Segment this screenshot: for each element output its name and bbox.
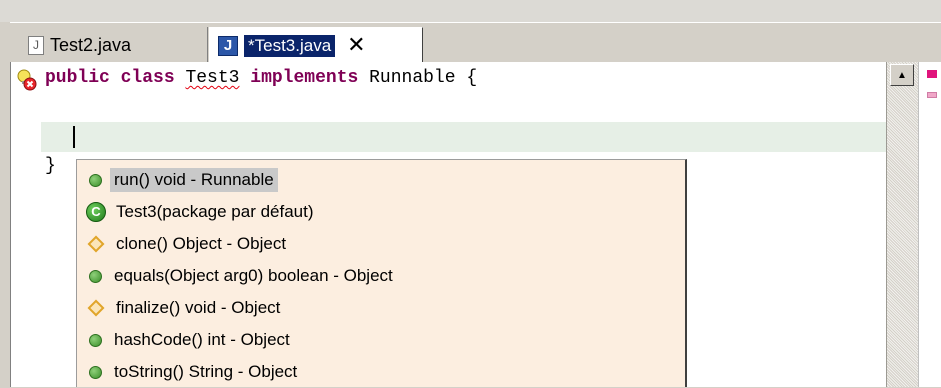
open-brace: { (466, 68, 478, 88)
top-strip (0, 0, 941, 22)
overview-error-marker[interactable] (927, 70, 937, 78)
tab-test2-java[interactable]: J Test2.java (10, 27, 208, 63)
protected-method-icon (87, 235, 105, 253)
tab-label: Test2.java (50, 34, 132, 55)
public-method-icon (89, 269, 102, 283)
overview-ruler[interactable] (918, 62, 941, 387)
editor-tab-bar: J Test2.java J *Test3.java ✕ (10, 22, 941, 63)
tab-test3-java[interactable]: J *Test3.java ✕ (209, 27, 423, 63)
proposal-finalize[interactable]: finalize() void - Object (77, 292, 686, 324)
proposal-tostring[interactable]: toString() String - Object (77, 356, 686, 388)
scroll-up-button[interactable]: ▲ (890, 64, 914, 86)
public-method-icon (89, 333, 102, 347)
proposal-label: equals(Object arg0) boolean - Object (114, 266, 393, 285)
code-line-1: public class Test3 implements Runnable { (45, 68, 477, 88)
public-method-icon (89, 173, 102, 187)
overview-warning-marker[interactable] (927, 92, 937, 98)
proposal-label: Test3(package par défaut) (116, 202, 314, 221)
proposal-hashcode[interactable]: hashCode() int - Object (77, 324, 686, 356)
content-assist-popup[interactable]: run() void - Runnable C Test3(package pa… (76, 159, 687, 387)
keyword-implements: implements (250, 68, 359, 88)
proposal-label: hashCode() int - Object (114, 330, 290, 349)
error-lightbulb-icon[interactable] (15, 68, 39, 92)
text-caret (73, 126, 75, 148)
keyword-class: class (120, 68, 175, 88)
protected-method-icon (87, 299, 105, 317)
tab-label: *Test3.java (244, 34, 336, 57)
proposal-equals[interactable]: equals(Object arg0) boolean - Object (77, 260, 686, 292)
proposal-test3-constructor[interactable]: C Test3(package par défaut) (77, 196, 686, 228)
eclipse-editor-window: J Test2.java J *Test3.java ✕ public clas… (0, 0, 941, 387)
class-name-error: Test3 (185, 68, 240, 88)
proposal-label: run() void - Runnable (110, 168, 278, 192)
proposal-clone[interactable]: clone() Object - Object (77, 228, 686, 260)
proposal-label: clone() Object - Object (116, 234, 287, 253)
java-editor-icon: J (218, 35, 238, 56)
annotation-ruler (11, 62, 41, 387)
code-line-3: } (45, 156, 56, 176)
proposal-run[interactable]: run() void - Runnable (77, 164, 686, 196)
vertical-scrollbar[interactable]: ▲ (886, 62, 918, 387)
proposal-label: finalize() void - Object (116, 298, 281, 317)
java-file-icon: J (28, 35, 44, 55)
interface-name: Runnable (369, 68, 456, 88)
class-icon: C (86, 202, 106, 222)
proposal-label: toString() String - Object (114, 362, 298, 381)
keyword-public: public (45, 68, 110, 88)
close-icon[interactable]: ✕ (347, 34, 365, 57)
public-method-icon (89, 365, 102, 379)
current-line-highlight (41, 122, 887, 152)
